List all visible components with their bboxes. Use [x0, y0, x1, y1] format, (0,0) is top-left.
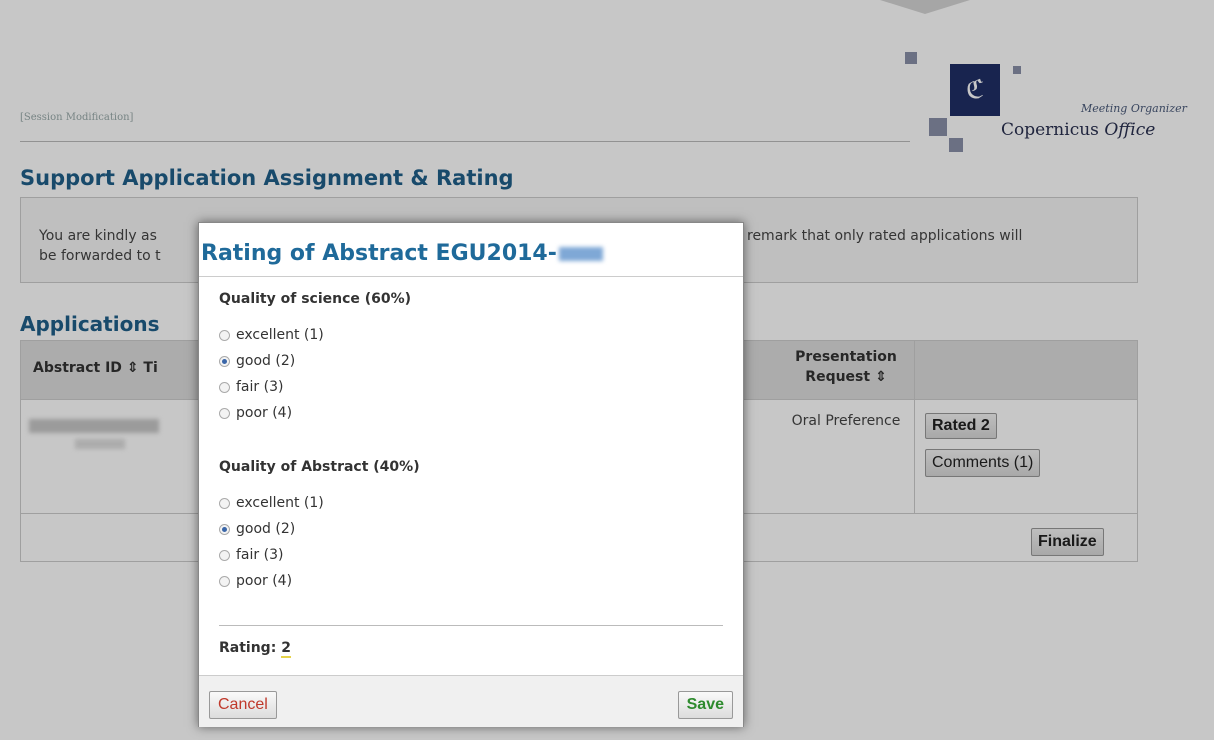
radio-icon[interactable] — [219, 381, 230, 393]
science-option-good[interactable]: good (2) — [219, 353, 295, 369]
abstract-option-excellent[interactable]: excellent (1) — [219, 495, 324, 511]
radio-checked-icon[interactable] — [219, 355, 230, 367]
abstract-option-good[interactable]: good (2) — [219, 521, 295, 537]
rating-summary: Rating: 2 — [219, 640, 291, 658]
rating-dialog: Rating of Abstract EGU2014- Quality of s… — [198, 222, 744, 727]
radio-icon[interactable] — [219, 407, 230, 419]
science-quality-heading: Quality of science (60%) — [219, 291, 412, 307]
radio-icon[interactable] — [219, 549, 230, 561]
dialog-divider — [219, 625, 723, 626]
save-button[interactable]: Save — [677, 691, 733, 719]
dialog-title: Rating of Abstract EGU2014- — [201, 241, 603, 266]
rating-value: 2 — [281, 640, 291, 658]
radio-icon[interactable] — [219, 329, 230, 341]
abstract-quality-heading: Quality of Abstract (40%) — [219, 459, 420, 475]
radio-icon[interactable] — [219, 497, 230, 509]
radio-checked-icon[interactable] — [219, 523, 230, 535]
radio-icon[interactable] — [219, 575, 230, 587]
science-option-fair[interactable]: fair (3) — [219, 379, 283, 395]
dialog-footer: Cancel Save — [199, 675, 743, 727]
abstract-option-poor[interactable]: poor (4) — [219, 573, 292, 589]
dialog-header-divider — [199, 276, 743, 277]
cancel-button[interactable]: Cancel — [209, 691, 277, 719]
abstract-number-blurred — [558, 247, 603, 261]
science-option-poor[interactable]: poor (4) — [219, 405, 292, 421]
science-option-excellent[interactable]: excellent (1) — [219, 327, 324, 343]
abstract-option-fair[interactable]: fair (3) — [219, 547, 283, 563]
